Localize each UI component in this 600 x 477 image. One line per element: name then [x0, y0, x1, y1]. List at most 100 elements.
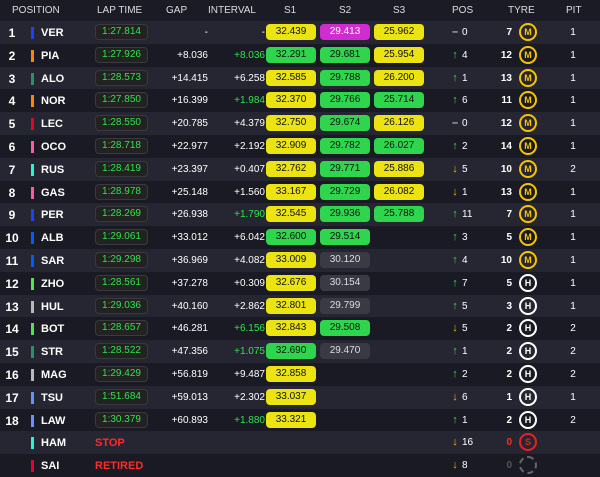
team-color-bar: [31, 323, 34, 336]
interval-value: +6.156: [234, 323, 265, 335]
driver-code: GAS: [41, 186, 65, 199]
table-row[interactable]: 1 VER 1:27.814- -32.439 29.413 25.962–0 7 M 1: [0, 21, 600, 44]
sector-s3: 25.714: [374, 92, 424, 109]
driver-code: BOT: [41, 323, 65, 336]
table-row[interactable]: 11 SAR 1:29.298 +36.969 +4.082 33.009 30.120 ↑ 4…: [0, 249, 600, 272]
table-row[interactable]: 4 NOR 1:27.850 +16.399 +1.984 32.370 29.766 25.…: [0, 89, 600, 113]
position-change: 5: [462, 300, 468, 312]
position-change: 5: [462, 323, 468, 335]
sector-s1: 32.439: [266, 24, 316, 40]
position-change: 11: [462, 209, 473, 221]
interval-value: +2.302: [234, 391, 265, 403]
table-row[interactable]: 15 STR 1:28.522 +47.356 +1.075 32.690 29.470 ↑ 1…: [0, 340, 600, 364]
table-row[interactable]: 13 HUL 1:29.036 +40.160 +2.862 32.801 29.799 ↑ 5…: [0, 294, 600, 318]
team-color-bar: [31, 391, 34, 404]
position-change-icon: ↑: [452, 276, 458, 289]
pit-stops: 2: [570, 163, 576, 175]
sector-s3: 26.082: [374, 183, 424, 200]
position-change-icon: ↑: [452, 299, 458, 312]
tyre-compound-icon: M: [519, 137, 537, 155]
pit-stops: 1: [570, 118, 576, 130]
pit-stops: 1: [570, 95, 576, 107]
lap-time: 1:28.561: [95, 274, 148, 291]
driver-code: ALB: [41, 232, 64, 245]
sector-s1: 32.750: [266, 115, 316, 132]
position-change-icon: ↑: [452, 368, 458, 380]
sector-s1: 32.801: [266, 297, 316, 314]
sector-s2: 29.508: [320, 320, 370, 337]
lap-time: 1:28.269: [95, 206, 148, 223]
driver-code: MAG: [41, 369, 67, 381]
table-row[interactable]: 3 ALO 1:28.573 +14.415 +6.258 32.585 29.788 26.…: [0, 66, 600, 90]
team-color-bar: [31, 209, 34, 222]
position-change: 4: [462, 255, 468, 266]
position-change: 4: [462, 49, 468, 61]
position-change: 3: [462, 232, 468, 244]
tyre-age: 0: [506, 460, 512, 472]
position-change-icon: ↑: [452, 254, 458, 266]
gap-value: +40.160: [171, 300, 208, 312]
table-row[interactable]: 9 PER 1:28.269 +26.938 +1.790 32.545 29.936 25.…: [0, 203, 600, 227]
pit-stops: 2: [570, 346, 576, 358]
table-row[interactable]: 17 TSU 1:51.684 +59.013 +2.302 33.037 ↓ 6 1 H 1: [0, 385, 600, 409]
table-row-retired[interactable]: SAI RETIRED ↓ 8 0: [0, 454, 600, 477]
gap-value: +8.036: [177, 49, 208, 61]
position-change: 5: [462, 163, 468, 175]
driver-code: NOR: [41, 95, 66, 108]
tyre-age: 2: [506, 323, 512, 335]
tyre-compound-icon: M: [519, 114, 537, 133]
gap-value: +26.938: [171, 209, 208, 221]
sector-s2: 29.674: [320, 115, 370, 132]
table-row[interactable]: 6 OCO 1:28.718 +22.977 +2.192 32.909 29.782 26.…: [0, 135, 600, 158]
pit-stops: 2: [570, 323, 576, 335]
tyre-compound-icon: M: [519, 159, 537, 178]
table-row[interactable]: 7 RUS 1:28.419 +23.397 +0.407 32.762 29.771 25.…: [0, 157, 600, 181]
sector-s1: 32.762: [266, 160, 316, 177]
tyre-age: 10: [500, 255, 512, 266]
position-number: 14: [5, 322, 19, 337]
header-interval: INTERVAL: [208, 5, 256, 16]
sector-s3: 25.962: [374, 24, 424, 40]
position-number: 3: [8, 71, 16, 86]
table-row-retired[interactable]: HAM STOP ↓ 16 0 S: [0, 431, 600, 455]
team-color-bar: [31, 27, 34, 39]
table-row[interactable]: 10 ALB 1:29.061 +33.012 +6.042 32.600 29.514 ↑ 3…: [0, 226, 600, 250]
position-number: 1: [8, 26, 16, 40]
gap-value: -: [204, 27, 208, 38]
interval-value: +2.862: [234, 300, 265, 312]
sector-s1: 32.909: [266, 138, 316, 154]
sector-s2: 30.120: [320, 252, 370, 268]
header-s3: S3: [393, 5, 406, 16]
team-color-bar: [31, 95, 34, 108]
position-number: 17: [5, 390, 19, 405]
table-row[interactable]: 8 GAS 1:28.978 +25.148 +1.560 33.167 29.729 26.…: [0, 180, 600, 204]
position-number: 13: [5, 299, 19, 314]
tyre-compound-icon: H: [519, 342, 537, 361]
table-row[interactable]: 18 LAW 1:30.379 +60.893 +1.880 33.321 ↑ 1 2 H 2: [0, 408, 600, 432]
team-color-bar: [31, 437, 34, 450]
pit-stops: 1: [570, 232, 576, 244]
sector-s1: 33.037: [266, 388, 316, 405]
tyre-compound-icon: M: [519, 182, 537, 201]
table-row[interactable]: 16 MAG 1:29.429 +56.819 +9.487 32.858 ↑ 2 2 H 2: [0, 363, 600, 386]
table-row[interactable]: 5 LEC 1:28.550 +20.785 +4.379 32.750 29.674 26.…: [0, 112, 600, 136]
table-row[interactable]: 2 PIA 1:27.926 +8.036 +8.036 32.291 29.681 25.9…: [0, 43, 600, 67]
interval-value: +4.082: [234, 255, 265, 266]
position-change-icon: ↑: [452, 140, 458, 152]
header-pit: PIT: [566, 5, 582, 16]
driver-code: ZHO: [41, 277, 65, 290]
table-row[interactable]: 14 BOT 1:28.657 +46.281 +6.156 32.843 29.508 ↓ 5…: [0, 317, 600, 341]
interval-value: +4.379: [234, 118, 265, 130]
gap-value: +22.977: [171, 141, 208, 152]
sector-s3: 25.788: [374, 206, 424, 223]
interval-value: +1.984: [234, 95, 265, 107]
tyre-age: 5: [506, 277, 512, 289]
team-color-bar: [31, 49, 34, 62]
gap-value: +36.969: [171, 255, 208, 266]
interval-value: +0.407: [234, 163, 265, 175]
lap-time: 1:28.550: [95, 115, 148, 132]
table-row[interactable]: 12 ZHO 1:28.561 +37.278 +0.309 32.676 30.154 ↑ 7…: [0, 271, 600, 295]
sector-s2: 29.729: [320, 183, 370, 200]
team-color-bar: [31, 414, 34, 427]
tyre-age: 12: [500, 118, 512, 130]
